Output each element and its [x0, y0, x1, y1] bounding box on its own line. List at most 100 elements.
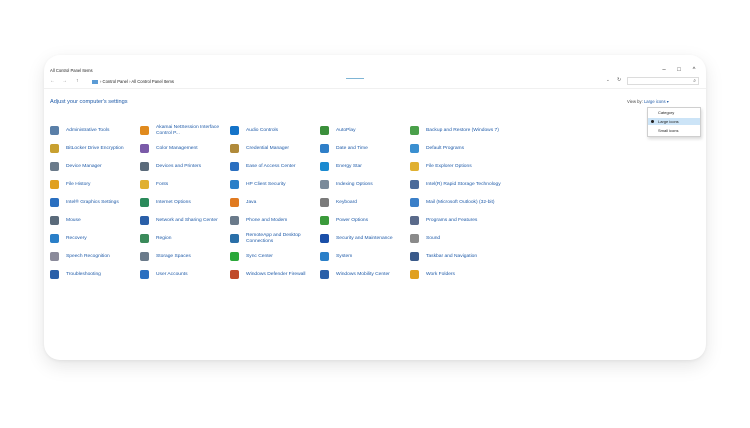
control-panel-item[interactable]: Energy Star — [320, 159, 410, 175]
control-panel-item[interactable]: Administrative Tools — [50, 123, 140, 139]
view-option-label: Category — [658, 110, 675, 115]
control-panel-item-label: Backup and Restore (Windows 7) — [426, 128, 499, 134]
recovery-icon — [50, 234, 59, 243]
control-panel-item[interactable]: Sync Center — [230, 249, 320, 265]
view-option[interactable]: Large icons — [648, 118, 700, 125]
akamai-icon — [140, 126, 149, 135]
control-panel-item[interactable]: Troubleshooting — [50, 267, 140, 283]
control-panel-item-label: Windows Mobility Center — [336, 272, 390, 278]
close-button[interactable]: ^ — [688, 67, 700, 73]
control-panel-item[interactable]: Credential Manager — [230, 141, 320, 157]
control-panel-item[interactable]: Backup and Restore (Windows 7) — [410, 123, 500, 139]
page-heading: Adjust your computer's settings — [50, 99, 128, 105]
control-panel-item-label: Phone and Modem — [246, 218, 288, 224]
view-option[interactable]: Category — [648, 109, 700, 116]
control-panel-item-label: Java — [246, 200, 257, 206]
control-panel-item[interactable]: Intel(R) Rapid Storage Technology — [410, 177, 501, 193]
credential-vault-icon — [230, 144, 239, 153]
control-panel-item[interactable]: Sound — [410, 231, 500, 247]
bitlocker-key-icon — [50, 144, 59, 153]
programs-icon — [410, 216, 419, 225]
intel-graphics-icon — [50, 198, 59, 207]
control-panel-item[interactable]: Indexing Options — [320, 177, 410, 193]
control-panel-item[interactable]: Internet Options — [140, 195, 230, 211]
sync-icon — [230, 252, 239, 261]
control-panel-item[interactable]: BitLocker Drive Encryption — [50, 141, 140, 157]
control-panel-item[interactable]: Audio Controls — [230, 123, 320, 139]
forward-button[interactable]: → — [62, 78, 67, 84]
control-panel-icon — [92, 79, 98, 84]
control-panel-item-label: Administrative Tools — [66, 128, 110, 134]
control-panel-item[interactable]: Security and Maintenance — [320, 231, 410, 247]
back-button[interactable]: ← — [50, 78, 55, 84]
control-panel-item[interactable]: HP Client Security — [230, 177, 320, 193]
control-panel-item[interactable]: System — [320, 249, 410, 265]
refresh-button[interactable]: ↻ — [617, 77, 621, 83]
control-panel-item-label: Mouse — [66, 218, 81, 224]
keyboard-icon — [320, 198, 329, 207]
control-panel-item[interactable]: Recovery — [50, 231, 140, 247]
view-by-dropdown: Category Large icons Small icons — [647, 107, 701, 137]
view-option-label: Small icons — [658, 128, 679, 133]
view-by-selector[interactable]: Large icons ▾ — [644, 99, 669, 104]
control-panel-item-label: Intel® Graphics Settings — [66, 200, 119, 206]
phone-modem-icon — [230, 216, 239, 225]
control-panel-item-label: Ease of Access Center — [246, 164, 296, 170]
control-panel-item[interactable]: Storage Spaces — [140, 249, 230, 265]
control-panel-item[interactable]: Programs and Features — [410, 213, 500, 229]
control-panel-item-label: Fonts — [156, 182, 169, 188]
control-panel-item[interactable]: User Accounts — [140, 267, 230, 283]
control-panel-item[interactable]: Mail (Microsoft Outlook) (32-bit) — [410, 195, 500, 211]
control-panel-item[interactable]: Power Options — [320, 213, 410, 229]
control-panel-item[interactable]: Devices and Printers — [140, 159, 230, 175]
device-manager-icon — [50, 162, 59, 171]
control-panel-item[interactable]: Device Manager — [50, 159, 140, 175]
hp-audio-icon — [230, 126, 239, 135]
control-panel-item[interactable]: File Explorer Options — [410, 159, 500, 175]
control-panel-item[interactable]: Windows Mobility Center — [320, 267, 410, 283]
breadcrumb[interactable]: › Control Panel › All Control Panel Item… — [92, 78, 612, 86]
autoplay-icon — [320, 126, 329, 135]
control-panel-item-label: Date and Time — [336, 146, 368, 152]
control-panel-item[interactable]: Network and Sharing Center — [140, 213, 230, 229]
control-panel-item-label: Region — [156, 236, 172, 242]
control-panel-item[interactable]: Intel® Graphics Settings — [50, 195, 140, 211]
control-panel-item-label: Internet Options — [156, 200, 191, 206]
control-panel-item[interactable]: Mouse — [50, 213, 140, 229]
control-panel-item-label: Troubleshooting — [66, 272, 101, 278]
control-panel-item[interactable]: File History — [50, 177, 140, 193]
up-button[interactable]: ↑ — [76, 78, 79, 84]
view-option[interactable]: Small icons — [648, 127, 700, 134]
control-panel-item[interactable]: Region — [140, 231, 230, 247]
minimize-button[interactable]: – — [658, 67, 670, 73]
address-bar: ← → ↑ › Control Panel › All Control Pane… — [44, 77, 706, 89]
power-icon — [320, 216, 329, 225]
control-panel-item[interactable]: Java — [230, 195, 320, 211]
control-panel-item[interactable]: Work Folders — [410, 267, 500, 283]
control-panel-item[interactable]: Default Programs — [410, 141, 500, 157]
microphone-icon — [50, 252, 59, 261]
control-panel-item[interactable]: Windows Defender Firewall — [230, 267, 320, 283]
search-input[interactable]: ⌕ — [627, 77, 699, 85]
control-panel-item[interactable]: AutoPlay — [320, 123, 410, 139]
control-panel-item[interactable]: Taskbar and Navigation — [410, 249, 500, 265]
maximize-button[interactable]: □ — [673, 67, 685, 73]
control-panel-item-label: File History — [66, 182, 91, 188]
control-panel-item-label: Credential Manager — [246, 146, 289, 152]
control-panel-item[interactable]: Fonts — [140, 177, 230, 193]
control-panel-item[interactable]: Date and Time — [320, 141, 410, 157]
control-panel-item[interactable]: Phone and Modem — [230, 213, 320, 229]
control-panel-item[interactable]: Speech Recognition — [50, 249, 140, 265]
control-panel-item-label: AutoPlay — [336, 128, 356, 134]
hp-shield-icon — [230, 180, 239, 189]
network-icon — [140, 216, 149, 225]
control-panel-item[interactable]: Color Management — [140, 141, 230, 157]
control-panel-item[interactable]: RemoteApp and Desktop Connections — [230, 231, 320, 247]
control-panel-item[interactable]: Keyboard — [320, 195, 410, 211]
control-panel-item[interactable]: Akamai NetSession Interface Control P... — [140, 123, 230, 139]
address-dropdown-button[interactable]: ⌄ — [606, 77, 610, 83]
globe-icon — [140, 198, 149, 207]
control-panel-item[interactable]: Ease of Access Center — [230, 159, 320, 175]
control-panel-item-label: Energy Star — [336, 164, 362, 170]
search-icon[interactable]: ⌕ — [693, 78, 696, 84]
